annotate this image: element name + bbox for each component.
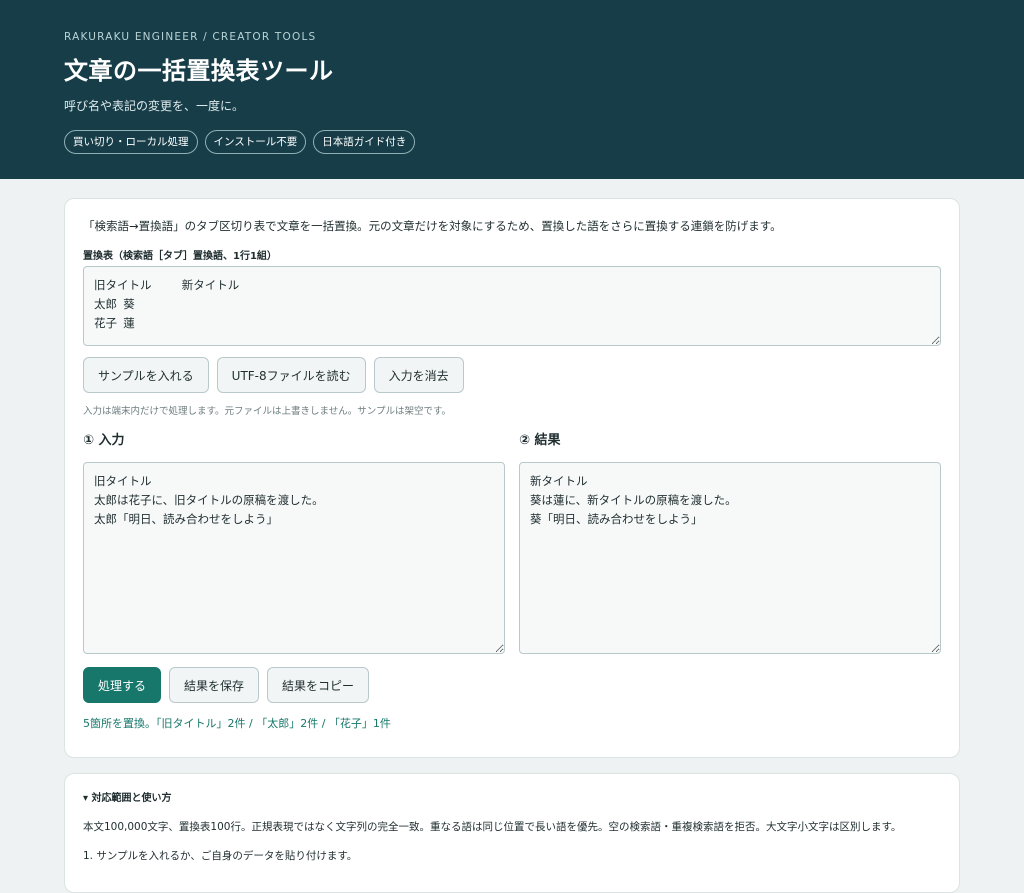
chip-local-processing: 買い切り・ローカル処理 <box>64 130 198 154</box>
read-file-button[interactable]: UTF-8ファイルを読む <box>216 357 366 393</box>
page-header: RAKURAKU ENGINEER / CREATOR TOOLS 文章の一括置… <box>0 0 1024 179</box>
chip-japanese-guide: 日本語ガイド付き <box>313 130 416 154</box>
action-button-row: 処理する 結果を保存 結果をコピー <box>83 667 941 703</box>
result-panel: ② 結果 新タイトル 葵は蓮に、新タイトルの原稿を渡した。 葵「明日、読み合わせ… <box>519 432 941 654</box>
chip-no-install: インストール不要 <box>204 130 307 154</box>
help-card: ▾ 対応範囲と使い方 本文100,000文字、置換表100行。正規表現ではなく文… <box>64 773 960 893</box>
process-button[interactable]: 処理する <box>83 667 162 703</box>
feature-chips: 買い切り・ローカル処理 インストール不要 日本語ガイド付き <box>64 130 960 154</box>
clear-input-button[interactable]: 入力を消去 <box>373 357 464 393</box>
input-textarea[interactable]: 旧タイトル 太郎は花子に、旧タイトルの原稿を渡した。 太郎「明日、読み合わせをし… <box>83 462 505 654</box>
privacy-note: 入力は端末内だけで処理します。元ファイルは上書きしません。サンプルは架空です。 <box>83 406 452 417</box>
help-step-1: 1. サンプルを入れるか、ご自身のデータを貼り付けます。 <box>83 850 358 862</box>
lead-text: 「検索語→置換語」のタブ区切り表で文章を一括置換。元の文章だけを対象にするため、… <box>83 219 782 233</box>
io-panels: ① 入力 旧タイトル 太郎は花子に、旧タイトルの原稿を渡した。 太郎「明日、読み… <box>83 432 941 654</box>
page-title: 文章の一括置換表ツール <box>64 57 334 85</box>
help-scope-text: 本文100,000文字、置換表100行。正規表現ではなく文字列の完全一致。重なる… <box>83 821 902 833</box>
replacement-table-label: 置換表（検索語［タブ］置換語、1行1組） <box>83 251 277 262</box>
result-heading: ② 結果 <box>519 433 561 448</box>
tool-card: 「検索語→置換語」のタブ区切り表で文章を一括置換。元の文章だけを対象にするため、… <box>64 198 960 758</box>
status-message: 5箇所を置換。「旧タイトル」2件 / 「太郎」2件 / 「花子」1件 <box>83 717 391 730</box>
insert-sample-button[interactable]: サンプルを入れる <box>83 357 209 393</box>
copy-result-button[interactable]: 結果をコピー <box>267 667 370 703</box>
eyebrow-label: RAKURAKU ENGINEER / CREATOR TOOLS <box>64 31 317 43</box>
save-result-button[interactable]: 結果を保存 <box>169 667 260 703</box>
replacement-table-input[interactable]: 旧タイトル 新タイトル 太郎 葵 花子 蓮 <box>83 266 941 346</box>
result-textarea[interactable]: 新タイトル 葵は蓮に、新タイトルの原稿を渡した。 葵「明日、読み合わせをしよう」 <box>519 462 941 654</box>
page-subtitle: 呼び名や表記の変更を、一度に。 <box>64 99 245 113</box>
input-heading: ① 入力 <box>83 433 125 448</box>
input-panel: ① 入力 旧タイトル 太郎は花子に、旧タイトルの原稿を渡した。 太郎「明日、読み… <box>83 432 505 654</box>
table-button-row: サンプルを入れる UTF-8ファイルを読む 入力を消去 <box>83 357 941 393</box>
help-summary-toggle[interactable]: ▾ 対応範囲と使い方 <box>83 792 941 806</box>
